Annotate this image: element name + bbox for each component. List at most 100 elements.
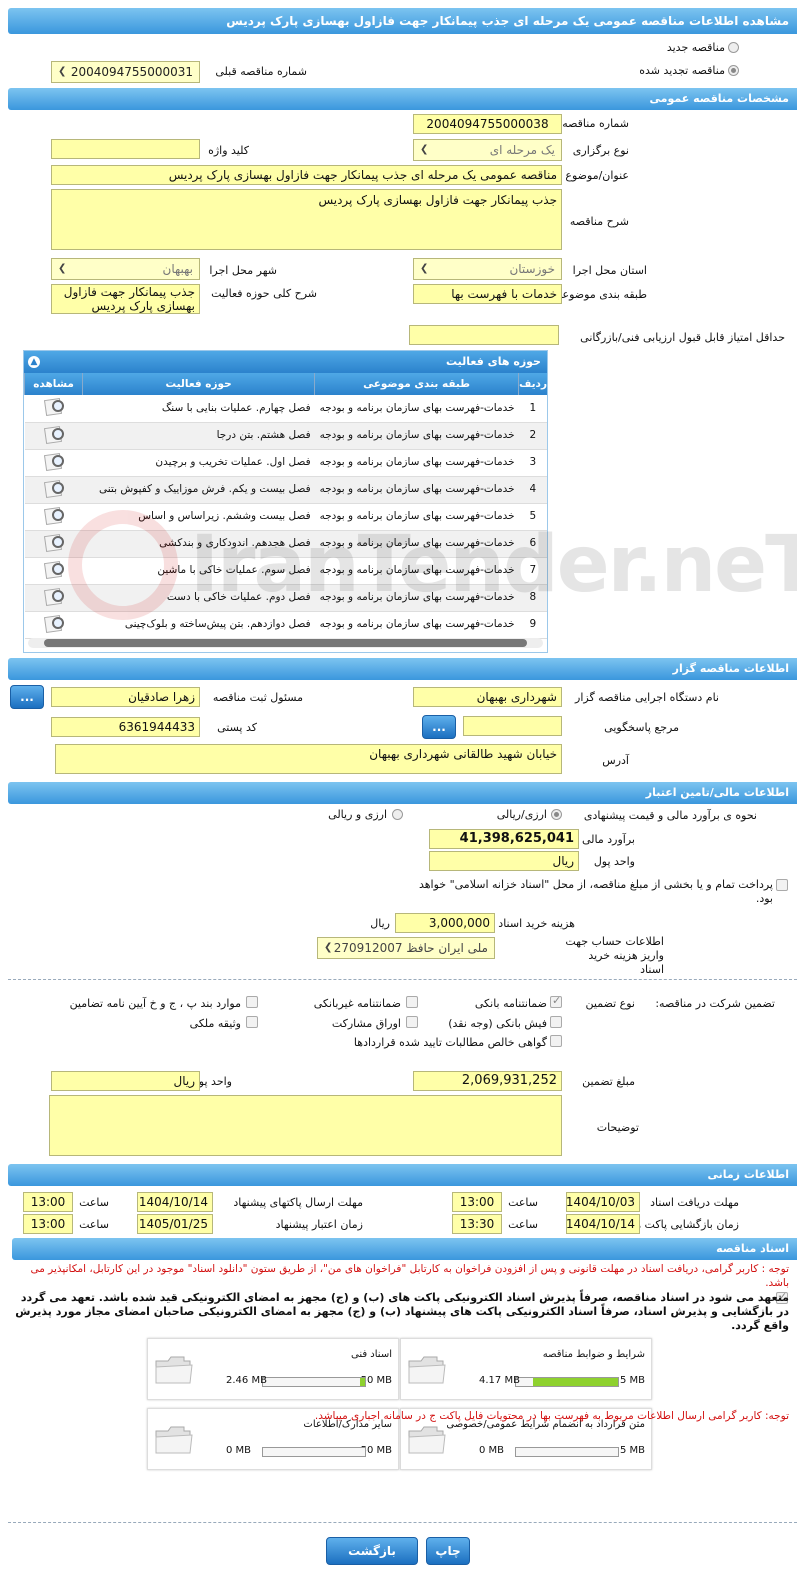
finance-header-text: اطلاعات مالی/تامین اعتبار	[645, 786, 789, 799]
account-select[interactable]: ملی ایران حافظ 270912007 ❯	[317, 937, 495, 959]
horizontal-scrollbar[interactable]	[28, 638, 543, 648]
checkbox-nonbank-guarantee[interactable]	[406, 996, 418, 1008]
radio-new-tender[interactable]	[728, 42, 739, 53]
province-select[interactable]: خوزستان ❯	[413, 258, 562, 280]
label-currency-rial: ارزی/ریالی	[496, 808, 547, 821]
checkbox-receivables[interactable]	[550, 1035, 562, 1047]
view-magnifier-icon[interactable]	[43, 614, 65, 632]
label-tender-number: شماره مناقصه	[562, 117, 629, 130]
table-row: 8 خدمات-فهرست بهای سازمان برنامه و بودجه ف…	[24, 584, 547, 612]
print-button[interactable]: چاپ	[426, 1537, 470, 1565]
row-number: 3	[518, 449, 547, 477]
doc-receive-time: 13:00	[452, 1192, 502, 1212]
doc-card-progress	[262, 1377, 366, 1387]
table-row: 7 خدمات-فهرست بهای سازمان برنامه و بودجه ف…	[24, 557, 547, 585]
doc-card-max: 5 MB	[619, 1375, 645, 1386]
label-postal: کد پستی	[217, 721, 257, 734]
doc-fee-field: 3,000,000	[395, 913, 495, 933]
view-magnifier-icon[interactable]	[43, 479, 65, 497]
activities-header: حوزه های فعالیت ▲	[24, 351, 547, 373]
view-magnifier-icon[interactable]	[43, 587, 65, 605]
keyword-field[interactable]	[51, 139, 200, 159]
row-category: خدمات-فهرست بهای سازمان برنامه و بودجه	[314, 503, 519, 531]
label-estimate-method: نحوه ی برآورد مالی و قیمت پیشنهادی	[583, 809, 757, 822]
postal-field: 6361944433	[51, 717, 200, 737]
label-guarantee-type: نوع تضمین	[585, 997, 635, 1010]
chevron-down-icon: ❯	[58, 66, 67, 77]
checkbox-clause-items[interactable]	[246, 996, 258, 1008]
view-magnifier-icon[interactable]	[43, 506, 65, 524]
previous-number-value: 2004094755000031	[70, 65, 193, 79]
doc-card-title: اسناد فنی	[351, 1349, 392, 1360]
activities-panel: حوزه های فعالیت ▲ ردیف طبقه بندی موضوعی …	[23, 350, 548, 653]
method-select[interactable]: یک مرحله ای ❯	[413, 139, 562, 161]
validity-time: 13:00	[23, 1214, 73, 1234]
view-magnifier-icon[interactable]	[43, 425, 65, 443]
doc-card-progress	[262, 1447, 366, 1457]
category-field: خدمات با فهرست بها	[413, 284, 562, 304]
doc-card-used: 0 MB	[479, 1445, 505, 1456]
doc-card[interactable]: اسناد فنی 50 MB 2.46 MB	[147, 1338, 399, 1400]
row-category: خدمات-فهرست بهای سازمان برنامه و بودجه	[314, 476, 519, 504]
view-magnifier-icon[interactable]	[43, 533, 65, 551]
scrollbar-thumb[interactable]	[44, 639, 527, 647]
timing-header-text: اطلاعات زمانی	[707, 1168, 789, 1181]
checkbox-bank-receipt[interactable]	[550, 1016, 562, 1028]
checkbox-bank-guarantee[interactable]	[550, 994, 562, 1008]
view-magnifier-icon[interactable]	[43, 452, 65, 470]
label-reference: مرجع پاسخگویی	[604, 721, 679, 734]
doc-card-title: شرایط و ضوابط مناقصه	[542, 1349, 645, 1360]
description-field[interactable]: جذب پیمانکار جهت فازاول بهسازی پارک پردی…	[51, 189, 562, 250]
city-select[interactable]: بهبهان ❯	[51, 258, 200, 280]
row-category: خدمات-فهرست بهای سازمان برنامه و بودجه	[314, 395, 519, 423]
activities-title: حوزه های فعالیت	[446, 355, 541, 368]
folder-icon	[155, 1426, 193, 1454]
label-organizer: نام دستگاه اجرایی مناقصه گزار	[575, 691, 719, 704]
reference-field[interactable]	[463, 716, 562, 736]
row-activity: فصل چهارم. عملیات بنایی با سنگ	[82, 395, 315, 423]
back-button[interactable]: بازگشت	[326, 1537, 418, 1565]
label-opening: زمان بازگشایی پاکت ها	[631, 1218, 739, 1231]
row-category: خدمات-فهرست بهای سازمان برنامه و بودجه	[314, 530, 519, 558]
guarantee-currency-field: ریال	[51, 1071, 200, 1091]
row-category: خدمات-فهرست بهای سازمان برنامه و بودجه	[314, 557, 519, 585]
collapse-icon[interactable]: ▲	[28, 356, 40, 368]
label-estimate: برآورد مالی	[582, 833, 635, 846]
label-notes: توضیحات	[596, 1121, 639, 1134]
row-category: خدمات-فهرست بهای سازمان برنامه و بودجه	[314, 449, 519, 477]
row-number: 2	[518, 422, 547, 450]
folder-icon	[155, 1356, 193, 1384]
doc-receive-date: 1404/10/03	[566, 1192, 640, 1212]
chevron-down-icon: ❯	[324, 942, 333, 953]
row-category: خدمات-فهرست بهای سازمان برنامه و بودجه	[314, 422, 519, 450]
label-time: ساعت	[79, 1196, 109, 1209]
label-officer: مسئول ثبت مناقصه	[212, 691, 303, 704]
label-method: نوع برگزاری	[572, 144, 629, 157]
table-row: 1 خدمات-فهرست بهای سازمان برنامه و بودجه ف…	[24, 395, 547, 423]
row-activity: فصل دوازدهم. بتن پیش‌ساخته و بلوک‌چینی	[82, 611, 315, 639]
docs-header-text: اسناد مناقصه	[716, 1242, 789, 1255]
label-nonbank-guarantee: ضمانتنامه غیربانکی	[313, 997, 401, 1010]
currency-field: ریال	[429, 851, 579, 871]
divider	[8, 979, 797, 980]
radio-currency-and-rial[interactable]	[392, 809, 403, 820]
radio-renewed-tender[interactable]	[728, 65, 739, 76]
officer-more-button[interactable]: ...	[10, 685, 44, 709]
checkbox-property[interactable]	[246, 1016, 258, 1028]
table-row: 3 خدمات-فهرست بهای سازمان برنامه و بودجه ف…	[24, 449, 547, 477]
label-receivables: گواهی خالص مطالبات تایید شده قراردادها	[353, 1036, 547, 1049]
checkbox-bonds[interactable]	[406, 1016, 418, 1028]
doc-card[interactable]: شرایط و ضوابط مناقصه 5 MB 4.17 MB	[400, 1338, 652, 1400]
treasury-checkbox[interactable]	[776, 879, 788, 891]
min-score-field[interactable]	[409, 325, 559, 345]
previous-number-select[interactable]: 2004094755000031 ❯	[51, 61, 200, 83]
view-magnifier-icon[interactable]	[43, 560, 65, 578]
label-time: ساعت	[508, 1218, 538, 1231]
title-field[interactable]: مناقصه عمومی یک مرحله ای جذب پیمانکار جه…	[51, 165, 562, 185]
row-activity: فصل هشتم. بتن درجا	[82, 422, 315, 450]
radio-currency-rial[interactable]	[551, 809, 562, 820]
notes-field[interactable]	[49, 1095, 562, 1156]
row-activity: فصل بیست وششم. زیراساس و اساس	[82, 503, 315, 531]
reference-more-button[interactable]: ...	[422, 715, 456, 739]
view-magnifier-icon[interactable]	[43, 397, 65, 415]
